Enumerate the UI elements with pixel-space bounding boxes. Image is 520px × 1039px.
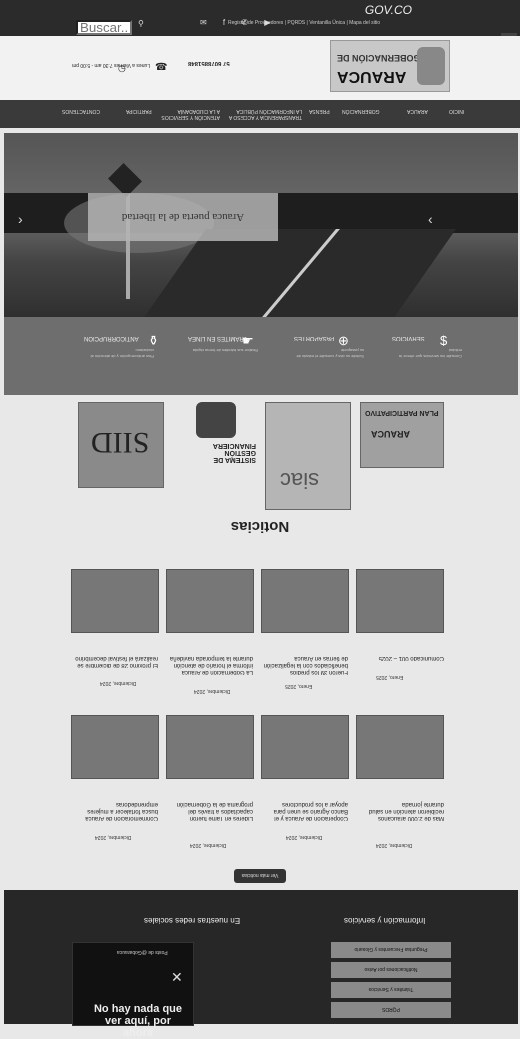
news-date: Enero, 2025 — [285, 683, 313, 689]
footer-link-button[interactable]: Trámites y Servicios — [331, 982, 451, 998]
siac-label: siac — [280, 468, 320, 493]
footer-social-title: En nuestras redes sociales — [144, 916, 241, 925]
footer-link-label: Preguntas Frecuentes y Glosario — [354, 946, 428, 952]
nav-item-participa[interactable]: PARTICIPA — [126, 108, 152, 114]
nav-item-arauca[interactable]: ARAUCA — [407, 108, 428, 114]
phone-number[interactable]: 57 6078851848 — [188, 60, 230, 66]
footer-link-label: Trámites y Servicios — [368, 986, 414, 992]
service-title: ANTICORRUPCIÓN — [84, 335, 139, 341]
phone-icon: ☎ — [155, 62, 168, 73]
office-hours: Lunes a Viernes 7:30 am - 5:00 pm — [72, 62, 151, 68]
footer-link-button[interactable]: Notificaciones por Aviso — [331, 962, 451, 978]
news-date: Enero, 2025 — [376, 674, 404, 680]
footer-link-button[interactable]: Preguntas Frecuentes y Glosario — [331, 942, 451, 958]
siid-banner[interactable]: SIID — [78, 402, 164, 488]
hero-banner[interactable]: Arauca puerta de la libertad ‹ › — [4, 133, 518, 317]
facebook-feed[interactable]: Posts de @Gobarauca ✕ No hay nada que ve… — [72, 942, 194, 1039]
nav-item-atencion[interactable]: ATENCIÓN Y SERVICIOS A LA CIUDADANÍA — [160, 108, 220, 120]
news-image[interactable] — [166, 715, 254, 779]
facebook-feed-title: Posts de @Gobarauca — [117, 949, 168, 955]
sgf-label: SISTEMA DE GESTIÓN FINANCIERA — [212, 442, 256, 463]
news-title[interactable]: La Gobernación de Arauca informa el hora… — [165, 654, 253, 675]
hero-caption: Arauca puerta de la libertad — [121, 211, 245, 223]
news-date: Diciembre, 2024 — [100, 680, 137, 686]
search-icon[interactable]: ⚲ — [138, 19, 144, 28]
news-image[interactable] — [71, 569, 159, 633]
news-date: Diciembre, 2024 — [190, 842, 227, 848]
news-image[interactable] — [261, 569, 349, 633]
footer-info-title: Información y servicios — [344, 916, 426, 925]
news-date: Diciembre, 2024 — [95, 834, 132, 840]
footer-link-label: Notificaciones por Aviso — [364, 966, 418, 972]
news-image[interactable] — [261, 715, 349, 779]
footer: Información y servicios En nuestras rede… — [4, 890, 518, 1039]
logo-line-2: ARAUCA — [337, 68, 407, 85]
plan-title: PLAN PARTICIPATIVO — [365, 409, 439, 416]
sgf-banner[interactable]: SISTEMA DE GESTIÓN FINANCIERA — [178, 402, 256, 480]
news-title[interactable]: Fueron 39 los predios beneficiados con l… — [260, 654, 348, 675]
news-section-title: Noticias — [230, 518, 290, 535]
news-title[interactable]: Más de 2.000 araucanos recibieron atenci… — [356, 800, 444, 821]
crest-icon — [417, 47, 445, 85]
site-header: GOBERNACIÓN DE ARAUCA ☎ 57 6078851848 ◷ … — [0, 36, 520, 100]
carousel-next-icon[interactable]: › — [18, 211, 23, 227]
service-title: PASAPORTES — [294, 335, 335, 341]
news-image[interactable] — [166, 569, 254, 633]
news-title[interactable]: Conmemoración de Arauca busca fortalecer… — [70, 800, 158, 821]
nav-item-transparencia[interactable]: TRANSPARENCIA Y ACCESO A LA INFORMACIÓN … — [222, 108, 302, 120]
main-nav: INICIO ARAUCA GOBERNACIÓN PRENSA TRANSPA… — [0, 100, 520, 128]
news-title[interactable]: Líderes en Tame fueron capacitados a tra… — [165, 800, 253, 821]
news-image[interactable] — [356, 715, 444, 779]
logo-line-1: GOBERNACIÓN DE — [337, 53, 421, 63]
plan-sub: ARAUCA — [371, 429, 410, 439]
news-image[interactable] — [356, 569, 444, 633]
nav-item-contactenos[interactable]: CONTACTENOS — [62, 108, 100, 114]
social-icons[interactable]: ✉ f ✆ ▶ — [200, 18, 277, 27]
top-bar: GOV.CO Registro de Proveedores | PQRDS |… — [0, 0, 520, 36]
x-logo-icon: ✕ — [171, 969, 183, 985]
service-title: SERVICIOS — [392, 335, 425, 341]
news-image[interactable] — [71, 715, 159, 779]
news-title[interactable]: Cooperación de Arauca y el Banco Agrario… — [260, 800, 348, 821]
dollar-icon: $ — [440, 333, 448, 348]
service-desc: Consulte los servicios que ofrece la ent… — [399, 348, 462, 359]
nav-item-gobernacion[interactable]: GOBERNACIÓN — [342, 108, 380, 114]
news-date: Diciembre, 2024 — [376, 842, 413, 848]
siid-label: SIID — [91, 426, 150, 459]
news-title[interactable]: Comunicado 001 – 2025 — [356, 654, 444, 661]
gov-co-logo[interactable]: GOV.CO — [365, 3, 412, 17]
news-title[interactable]: El próximo 28 de diciembre se realizará … — [70, 654, 158, 668]
plan-participativo-banner[interactable]: PLAN PARTICIPATIVO ARAUCA — [360, 402, 444, 468]
nav-item-inicio[interactable]: INICIO — [449, 108, 464, 114]
hero-road-sign — [108, 163, 142, 197]
hero-caption-box: Arauca puerta de la libertad — [88, 193, 278, 241]
service-desc: Realice sus trámites de forma rápida — [192, 348, 258, 353]
facebook-feed-message: No hay nada que ver aquí, por ahora — [93, 1003, 183, 1039]
service-title: TRÁMITES EN LÍNEA — [188, 335, 248, 341]
sgf-logo-icon — [196, 402, 236, 438]
service-desc: Plan anticorrupción y de atención al ciu… — [90, 348, 154, 359]
search-input[interactable] — [76, 20, 132, 35]
more-news-label: Ver más noticias — [241, 872, 279, 878]
nav-item-prensa[interactable]: PRENSA — [309, 108, 330, 114]
footer-link-label: PQRDS — [382, 1006, 400, 1012]
carousel-prev-icon[interactable]: ‹ — [428, 211, 433, 227]
more-news-button[interactable]: Ver más noticias — [234, 869, 286, 883]
services-bar: $ SERVICIOS Consulte los servicios que o… — [4, 317, 518, 395]
siac-banner[interactable]: siac — [265, 402, 351, 510]
news-date: Diciembre, 2024 — [286, 834, 323, 840]
service-desc: Solicite su cita y consulte el estado de… — [296, 348, 364, 359]
footer-link-button[interactable]: PQRDS — [331, 1002, 451, 1018]
news-date: Diciembre, 2024 — [194, 688, 231, 694]
gobernacion-logo[interactable]: GOBERNACIÓN DE ARAUCA — [330, 40, 450, 92]
